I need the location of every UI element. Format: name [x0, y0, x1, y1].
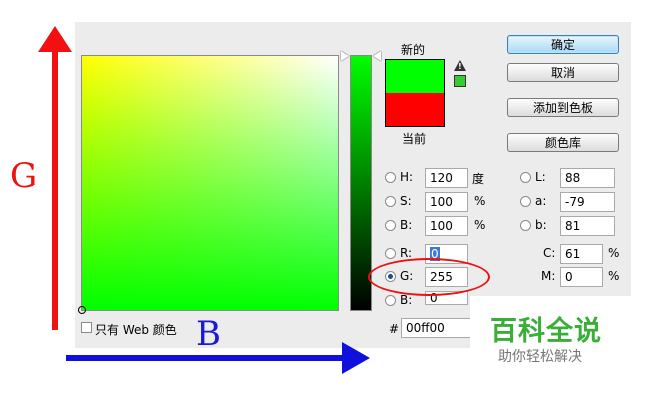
- highlight-ellipse: [368, 258, 490, 296]
- brightness-unit: %: [474, 218, 486, 232]
- up-arrow-icon: [38, 26, 72, 52]
- slider-left-handle-icon[interactable]: [341, 51, 349, 61]
- saturation-input[interactable]: 100: [425, 192, 468, 212]
- color-libraries-button[interactable]: 颜色库: [507, 133, 619, 152]
- saturation-radio[interactable]: [385, 196, 396, 207]
- cyan-input[interactable]: 61: [560, 244, 603, 264]
- slider-right-handle-icon[interactable]: [373, 51, 381, 61]
- brightness-label: B:: [400, 218, 413, 232]
- current-color-swatch[interactable]: [386, 93, 444, 126]
- new-color-label: 新的: [401, 43, 426, 57]
- lab-a-label: a:: [535, 194, 547, 208]
- brightness-input[interactable]: 100: [425, 216, 468, 236]
- web-colors-only-label: 只有 Web 颜色: [95, 323, 177, 337]
- horizontal-axis-line: [66, 355, 344, 361]
- lab-a-radio[interactable]: [520, 196, 531, 207]
- hue-radio[interactable]: [385, 172, 396, 183]
- vertical-axis-label: G: [10, 156, 38, 196]
- saturation-unit: %: [474, 194, 486, 208]
- magenta-label: M:: [541, 269, 556, 283]
- hue-input[interactable]: 120: [425, 168, 468, 188]
- color-field[interactable]: [78, 55, 339, 314]
- hue-label: H:: [400, 170, 414, 184]
- lab-a-input[interactable]: -79: [560, 192, 615, 212]
- hex-input[interactable]: 00ff00: [401, 318, 473, 338]
- vertical-axis-line: [52, 48, 58, 330]
- current-color-label: 当前: [402, 132, 427, 146]
- warning-exclamation-icon: !: [458, 62, 462, 71]
- lab-b-input[interactable]: 81: [560, 216, 615, 236]
- watermark-title: 百科全说: [490, 316, 602, 347]
- magenta-unit: %: [608, 269, 620, 283]
- cyan-label: C:: [543, 246, 556, 260]
- magenta-input[interactable]: 0: [560, 267, 603, 287]
- lab-b-radio[interactable]: [520, 220, 531, 231]
- brightness-radio[interactable]: [385, 220, 396, 231]
- add-to-swatches-button[interactable]: 添加到色板: [507, 98, 619, 117]
- horizontal-axis-label: B: [196, 314, 221, 354]
- lightness-input[interactable]: 88: [560, 168, 615, 188]
- websafe-color-swatch[interactable]: [454, 75, 466, 87]
- lightness-label: L:: [535, 170, 546, 184]
- cyan-unit: %: [608, 246, 620, 260]
- cancel-button[interactable]: 取消: [507, 63, 619, 82]
- ok-button[interactable]: 确定: [507, 35, 619, 54]
- color-compare-swatch: [385, 59, 445, 127]
- hex-prefix-label: #: [389, 322, 400, 336]
- web-colors-only-checkbox[interactable]: [81, 322, 92, 333]
- lab-b-label: b:: [535, 218, 547, 232]
- lightness-radio[interactable]: [520, 172, 531, 183]
- color-field-cursor[interactable]: [78, 306, 86, 314]
- blue-radio[interactable]: [385, 295, 396, 306]
- red-radio[interactable]: [385, 248, 396, 259]
- watermark-subtitle: 助你轻松解决: [498, 349, 582, 365]
- hue-unit: 度: [472, 172, 485, 186]
- new-color-swatch: [386, 60, 444, 93]
- right-arrow-icon: [342, 342, 370, 374]
- saturation-label: S:: [400, 194, 412, 208]
